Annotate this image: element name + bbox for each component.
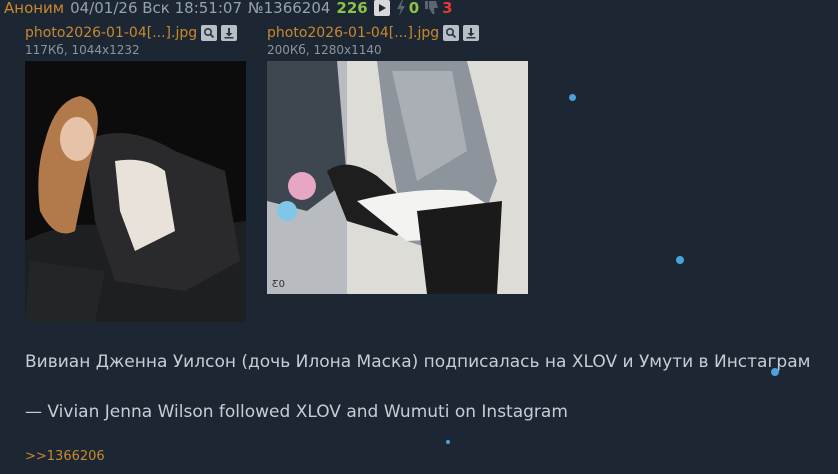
download-icon[interactable] bbox=[463, 25, 480, 41]
post-header: Аноним 04/01/26 Вск 18:51:07 №1366204 22… bbox=[4, 0, 453, 17]
lightning-icon bbox=[396, 0, 406, 16]
post-text-line-1: Вивиан Дженна Уилсон (дочь Илона Маска) … bbox=[25, 352, 811, 372]
file-2-thumbnail[interactable]: Ƹ0 bbox=[267, 61, 528, 294]
download-icon[interactable] bbox=[221, 25, 238, 41]
svg-text:Ƹ0: Ƹ0 bbox=[272, 279, 285, 290]
file-2: photo2026-01-04[...].jpg 200Кб, 1280x114… bbox=[267, 24, 480, 57]
post-author: Аноним bbox=[4, 0, 65, 17]
downvote[interactable]: 3 bbox=[425, 0, 453, 17]
post-count: 226 bbox=[336, 0, 368, 17]
decorative-dot bbox=[569, 94, 576, 101]
file-2-info: 200Кб, 1280x1140 bbox=[267, 43, 382, 57]
decorative-dot bbox=[771, 368, 779, 376]
magnifier-icon[interactable] bbox=[443, 25, 460, 41]
reply-link[interactable]: >>1366206 bbox=[25, 449, 105, 464]
thumbs-down-icon bbox=[425, 1, 439, 15]
decorative-dot bbox=[676, 256, 684, 264]
post-datetime: 04/01/26 Вск 18:51:07 bbox=[70, 0, 242, 17]
file-1: photo2026-01-04[...].jpg 117Кб, 1044x123… bbox=[25, 24, 238, 57]
downvote-count: 3 bbox=[442, 0, 453, 17]
file-1-name[interactable]: photo2026-01-04[...].jpg bbox=[25, 25, 197, 41]
file-1-thumbnail[interactable] bbox=[25, 61, 246, 322]
file-2-name[interactable]: photo2026-01-04[...].jpg bbox=[267, 25, 439, 41]
upvote-count: 0 bbox=[408, 0, 420, 17]
magnifier-icon[interactable] bbox=[201, 25, 218, 41]
file-1-info: 117Кб, 1044x1232 bbox=[25, 43, 140, 57]
play-icon[interactable] bbox=[373, 0, 390, 16]
post-text-line-2: — Vivian Jenna Wilson followed XLOV and … bbox=[25, 402, 568, 422]
post-number[interactable]: №1366204 bbox=[248, 0, 330, 17]
decorative-dot bbox=[446, 440, 450, 444]
upvote[interactable]: 0 bbox=[396, 0, 419, 17]
